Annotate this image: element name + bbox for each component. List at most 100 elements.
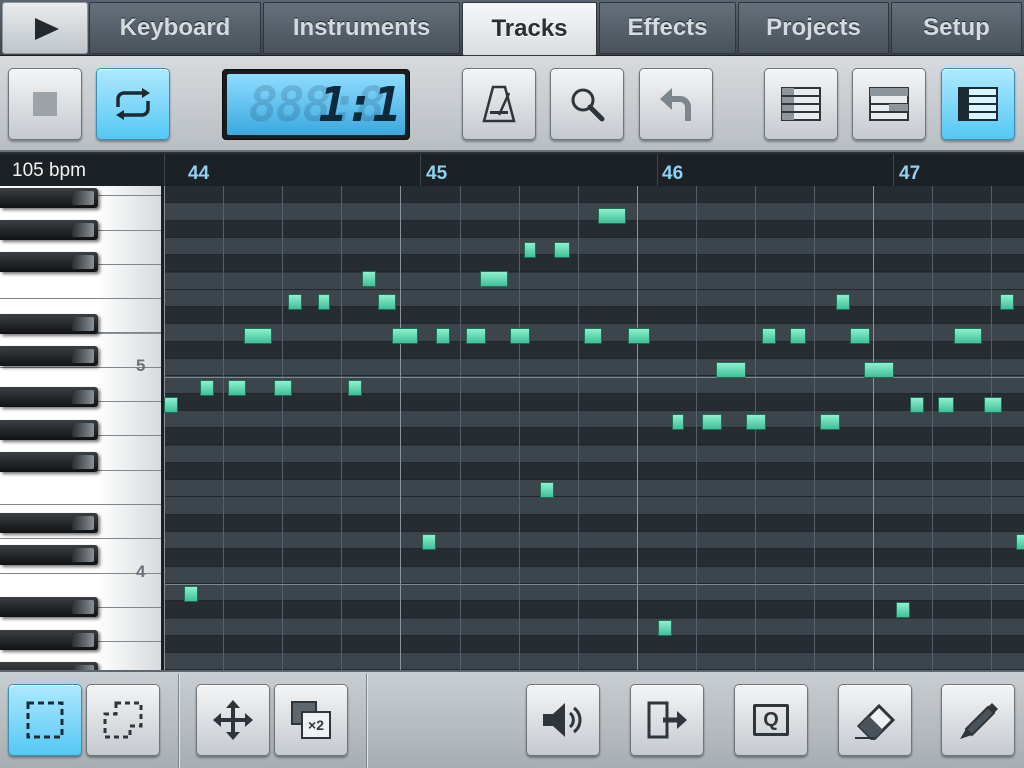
tab-instruments[interactable]: Instruments	[263, 2, 460, 54]
midi-note[interactable]	[746, 414, 766, 430]
midi-note[interactable]	[422, 534, 436, 550]
black-key[interactable]	[0, 597, 98, 617]
beat-gridline	[991, 186, 992, 670]
midi-note[interactable]	[672, 414, 684, 430]
grid-row	[164, 410, 1024, 429]
midi-note[interactable]	[540, 482, 554, 498]
midi-note[interactable]	[938, 397, 954, 413]
midi-note[interactable]	[480, 271, 508, 287]
midi-note[interactable]	[910, 397, 924, 413]
midi-note[interactable]	[362, 271, 376, 287]
loop-button[interactable]	[96, 68, 170, 140]
midi-note[interactable]	[1000, 294, 1014, 310]
midi-note[interactable]	[392, 328, 418, 344]
move-arrows-icon	[213, 700, 253, 740]
tab-projects[interactable]: Projects	[738, 2, 889, 54]
white-key[interactable]	[0, 470, 161, 505]
midi-note[interactable]	[598, 208, 626, 224]
midi-note[interactable]	[716, 362, 746, 378]
black-key[interactable]	[0, 630, 98, 650]
midi-note[interactable]	[554, 242, 570, 258]
midi-note[interactable]	[378, 294, 396, 310]
tempo-display[interactable]: 105 bpm	[0, 154, 164, 186]
black-key[interactable]	[0, 220, 98, 240]
midi-note[interactable]	[348, 380, 362, 396]
black-key[interactable]	[0, 545, 98, 565]
tab-setup[interactable]: Setup	[891, 2, 1022, 54]
tab-effects[interactable]: Effects	[599, 2, 736, 54]
midi-note[interactable]	[762, 328, 776, 344]
list-view-button[interactable]	[764, 68, 838, 140]
speaker-icon	[543, 703, 582, 737]
black-key[interactable]	[0, 346, 98, 366]
midi-note[interactable]	[850, 328, 870, 344]
beat-gridline	[341, 186, 342, 670]
midi-note[interactable]	[318, 294, 330, 310]
tab-bar: Keyboard Instruments Tracks Effects Proj…	[0, 0, 1024, 56]
midi-note[interactable]	[836, 294, 850, 310]
black-key[interactable]	[0, 314, 98, 334]
midi-note[interactable]	[1016, 534, 1024, 550]
bar-gridline	[164, 186, 165, 670]
midi-note[interactable]	[274, 380, 292, 396]
metronome-button[interactable]	[462, 68, 536, 140]
split-view-button[interactable]	[852, 68, 926, 140]
zoom-button[interactable]	[550, 68, 624, 140]
midi-note[interactable]	[584, 328, 602, 344]
black-key[interactable]	[0, 662, 98, 670]
black-key[interactable]	[0, 387, 98, 407]
bar-label-45: 45	[426, 163, 448, 184]
midi-note[interactable]	[436, 328, 450, 344]
midi-note[interactable]	[790, 328, 806, 344]
play-button[interactable]	[2, 2, 88, 54]
midi-note[interactable]	[510, 328, 530, 344]
midi-note[interactable]	[658, 620, 672, 636]
octave-label-5: 5	[136, 356, 146, 375]
midi-note[interactable]	[702, 414, 722, 430]
grid-row	[164, 237, 1024, 256]
midi-note[interactable]	[628, 328, 650, 344]
midi-note[interactable]	[984, 397, 1002, 413]
timeline-ruler[interactable]: 44 45 46 47	[164, 154, 1024, 186]
stop-button[interactable]	[8, 68, 82, 140]
undo-arrow-icon	[660, 88, 691, 121]
beat-gridline	[282, 186, 283, 670]
midi-note[interactable]	[896, 602, 910, 618]
loop-icon	[116, 88, 150, 120]
midi-note[interactable]	[954, 328, 982, 344]
piano-keyboard[interactable]: 5 4	[0, 186, 164, 670]
midi-note[interactable]	[524, 242, 536, 258]
select-lasso-button[interactable]	[86, 684, 160, 756]
grid-row	[164, 549, 1024, 567]
midi-note[interactable]	[164, 397, 178, 413]
export-button[interactable]	[630, 684, 704, 756]
select-rectangle-icon	[26, 701, 64, 739]
midi-note[interactable]	[244, 328, 272, 344]
piano-roll-view-button[interactable]	[941, 68, 1015, 140]
pencil-button[interactable]	[941, 684, 1015, 756]
duplicate-button[interactable]: ×2	[274, 684, 348, 756]
volume-button[interactable]	[526, 684, 600, 756]
midi-note[interactable]	[200, 380, 214, 396]
grid-row	[164, 635, 1024, 654]
note-grid[interactable]	[164, 186, 1024, 670]
grid-row	[164, 255, 1024, 273]
black-key[interactable]	[0, 513, 98, 533]
midi-note[interactable]	[820, 414, 840, 430]
midi-note[interactable]	[864, 362, 894, 378]
quantize-button[interactable]: Q	[734, 684, 808, 756]
black-key[interactable]	[0, 252, 98, 272]
select-rectangle-button[interactable]	[8, 684, 82, 756]
black-key[interactable]	[0, 452, 98, 472]
tab-keyboard[interactable]: Keyboard	[89, 2, 261, 54]
eraser-button[interactable]	[838, 684, 912, 756]
black-key[interactable]	[0, 420, 98, 440]
tab-tracks[interactable]: Tracks	[462, 2, 597, 56]
midi-note[interactable]	[466, 328, 486, 344]
midi-note[interactable]	[184, 586, 198, 602]
black-key[interactable]	[0, 188, 98, 208]
midi-note[interactable]	[288, 294, 302, 310]
undo-button[interactable]	[639, 68, 713, 140]
move-button[interactable]	[196, 684, 270, 756]
midi-note[interactable]	[228, 380, 246, 396]
